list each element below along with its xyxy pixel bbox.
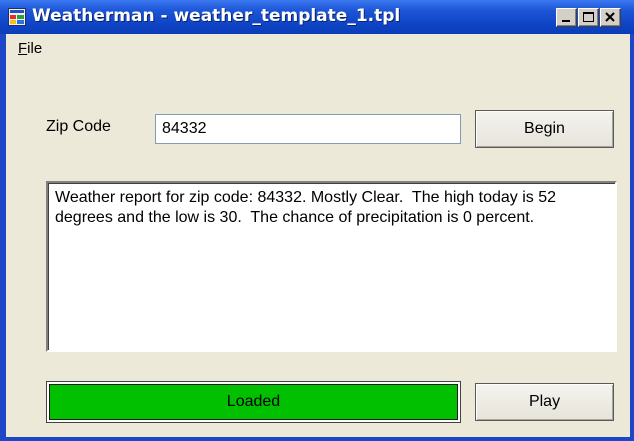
maximize-button[interactable] bbox=[578, 8, 599, 27]
zip-code-input[interactable] bbox=[155, 114, 461, 144]
minimize-button[interactable] bbox=[556, 8, 577, 27]
app-window-icon bbox=[8, 8, 26, 26]
status-label: Loaded bbox=[226, 393, 281, 410]
minimize-icon bbox=[562, 20, 570, 22]
menu-file-label: ile bbox=[27, 40, 43, 57]
play-button[interactable]: Play bbox=[475, 383, 614, 421]
begin-button[interactable]: Begin bbox=[475, 110, 614, 148]
weather-report-textarea[interactable]: Weather report for zip code: 84332. Most… bbox=[46, 181, 617, 352]
title-bar[interactable]: Weatherman - weather_template_1.tpl bbox=[0, 0, 634, 34]
app-window: Weatherman - weather_template_1.tpl File… bbox=[0, 0, 634, 441]
menu-bar: File bbox=[6, 34, 630, 64]
menu-file-accelerator: F bbox=[18, 40, 28, 57]
window-title: Weatherman - weather_template_1.tpl bbox=[32, 6, 401, 26]
status-fill: Loaded bbox=[49, 384, 458, 420]
menu-file[interactable]: File bbox=[14, 38, 46, 59]
zip-code-label: Zip Code bbox=[46, 118, 111, 135]
close-button[interactable] bbox=[600, 8, 621, 27]
close-icon bbox=[605, 12, 615, 22]
status-indicator: Loaded bbox=[46, 381, 461, 423]
maximize-icon bbox=[583, 12, 594, 22]
weather-report-text: Weather report for zip code: 84332. Most… bbox=[55, 189, 561, 226]
